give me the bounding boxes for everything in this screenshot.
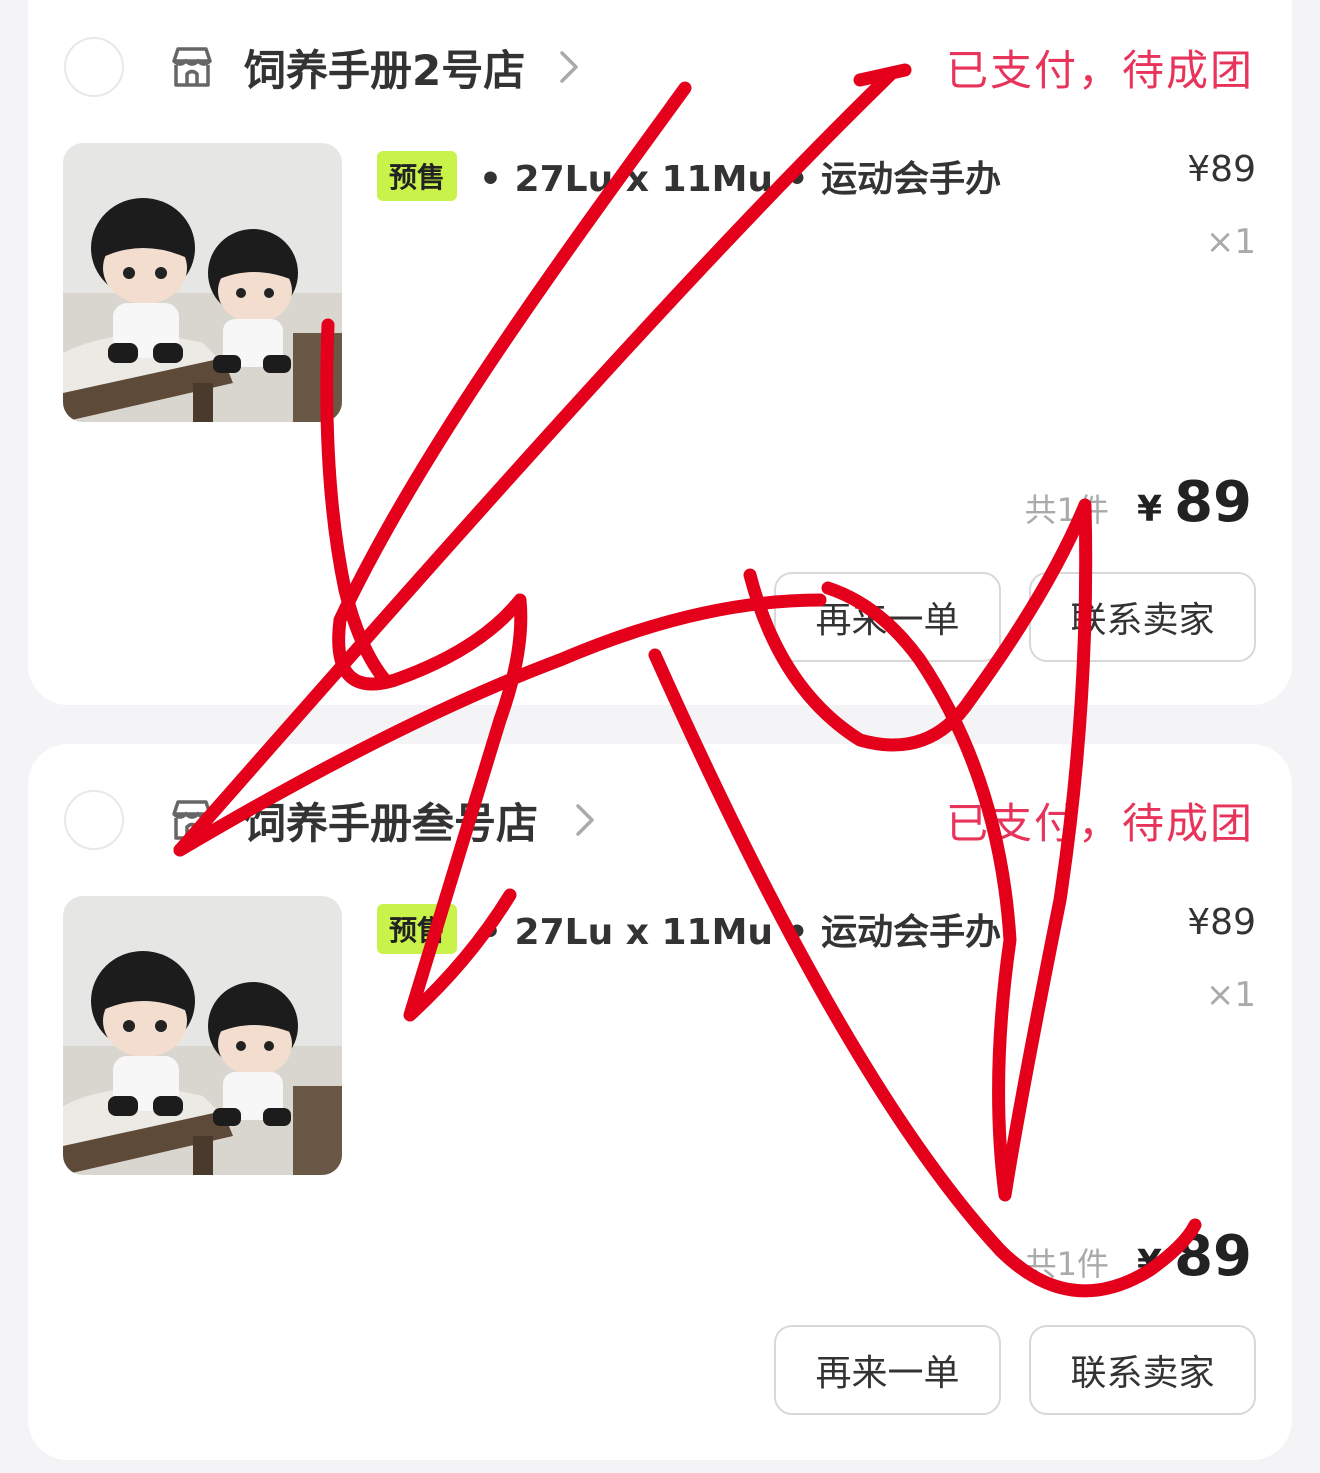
total-count: 共1件 — [1024, 1245, 1109, 1283]
presale-tag: 预售 — [377, 151, 458, 201]
chevron-right-icon[interactable] — [556, 47, 582, 87]
shop-header: 饲养手册2号店 已支付，待成团 — [28, 32, 1292, 102]
unit-price: ¥89 — [1187, 902, 1256, 943]
contact-seller-button[interactable]: 联系卖家 — [1029, 572, 1256, 662]
chevron-right-icon[interactable] — [572, 800, 598, 840]
product-title[interactable]: • 27Lu x 11Mu • 运动会手办 — [479, 903, 1001, 955]
order-card: 饲养手册2号店 已支付，待成团 预售 • 27Lu x 11Mu • 运动会手办… — [28, 0, 1292, 705]
product-title-line[interactable]: 预售 • 27Lu x 11Mu • 运动会手办 — [377, 903, 1001, 955]
quantity: ×1 — [1205, 975, 1256, 1015]
select-circle-icon[interactable] — [64, 790, 124, 850]
order-status: 已支付，待成团 — [945, 798, 1254, 848]
product-title[interactable]: • 27Lu x 11Mu • 运动会手办 — [479, 150, 1001, 202]
product-title-line[interactable]: 预售 • 27Lu x 11Mu • 运动会手办 — [377, 150, 1001, 202]
shop-name[interactable]: 饲养手册2号店 — [244, 37, 525, 98]
shop-header: 饲养手册叁号店 已支付，待成团 — [28, 785, 1292, 855]
total-count: 共1件 — [1024, 491, 1109, 529]
shop-name[interactable]: 饲养手册叁号店 — [244, 790, 538, 851]
total-currency: ¥ — [1137, 489, 1163, 530]
shop-icon — [172, 800, 212, 840]
contact-seller-button[interactable]: 联系卖家 — [1029, 1325, 1256, 1415]
total-currency: ¥ — [1137, 1243, 1163, 1284]
quantity: ×1 — [1205, 222, 1256, 262]
total-amount: 89 — [1174, 1224, 1252, 1289]
reorder-button[interactable]: 再来一单 — [774, 1325, 1001, 1415]
order-total: 共1件 ¥ 89 — [1025, 470, 1252, 535]
order-card: 饲养手册叁号店 已支付，待成团 预售 • 27Lu x 11Mu • 运动会手办… — [28, 744, 1292, 1460]
order-status: 已支付，待成团 — [945, 45, 1254, 95]
presale-tag: 预售 — [377, 904, 458, 954]
product-image[interactable] — [63, 143, 342, 422]
select-circle-icon[interactable] — [64, 37, 124, 97]
order-total: 共1件 ¥ 89 — [1025, 1224, 1252, 1289]
shop-icon — [172, 47, 212, 87]
unit-price: ¥89 — [1187, 149, 1256, 190]
total-amount: 89 — [1174, 470, 1252, 535]
product-image[interactable] — [63, 896, 342, 1175]
reorder-button[interactable]: 再来一单 — [774, 572, 1001, 662]
